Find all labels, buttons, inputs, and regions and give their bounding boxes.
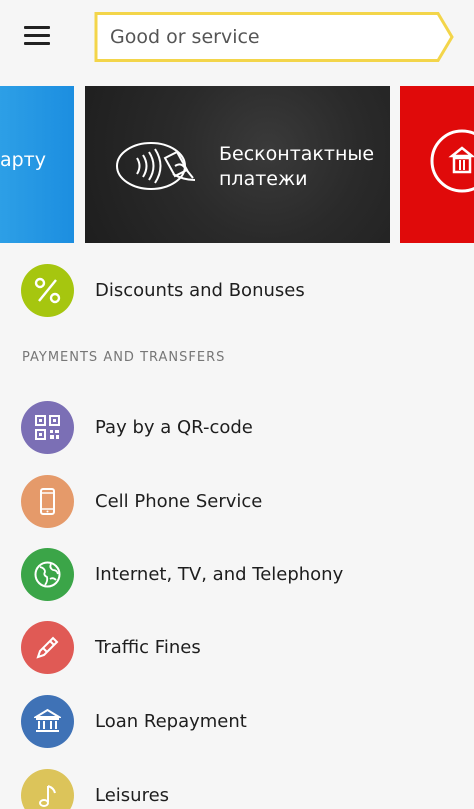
- qr-icon-circle: [21, 401, 74, 454]
- music-note-icon: [39, 785, 56, 807]
- bank-icon-circle: [21, 695, 74, 748]
- app-header: [0, 0, 474, 74]
- globe-icon-circle: [21, 548, 74, 601]
- list-item-label: Internet, TV, and Telephony: [95, 564, 344, 585]
- percent-icon: [34, 277, 61, 304]
- promo-banner-contactless[interactable]: Бесконтактные платежи: [85, 86, 390, 243]
- search-input[interactable]: [110, 12, 430, 62]
- promo-banner-title-line1: Бесконтактные: [219, 143, 375, 165]
- promo-carousel[interactable]: карту Бесконтактные платежи: [0, 86, 474, 243]
- list-item-traffic-fines[interactable]: Traffic Fines: [0, 611, 474, 685]
- promo-banner-text: карту: [0, 149, 46, 171]
- promo-banner-card[interactable]: карту: [0, 86, 74, 243]
- promo-banner-title-line2: платежи: [219, 168, 308, 190]
- mobile-phone-icon: [40, 488, 55, 515]
- list-item-label: Loan Repayment: [95, 711, 247, 732]
- pencil-icon-circle: [21, 621, 74, 674]
- search-field[interactable]: [94, 12, 456, 62]
- pencil-icon: [36, 636, 59, 659]
- bank-building-icon: [430, 129, 474, 193]
- phone-icon-circle: [21, 475, 74, 528]
- hamburger-menu-icon[interactable]: [24, 26, 50, 46]
- promo-banner-bank[interactable]: [400, 86, 474, 243]
- discounts-icon-circle: [21, 264, 74, 317]
- list-item-leisures[interactable]: Leisures: [0, 759, 474, 809]
- discounts-label: Discounts and Bonuses: [95, 280, 305, 301]
- qr-code-icon: [35, 415, 60, 440]
- list-item-loan[interactable]: Loan Repayment: [0, 685, 474, 759]
- discounts-bonuses-item[interactable]: Discounts and Bonuses: [0, 254, 474, 328]
- contactless-card-icon: [116, 142, 196, 190]
- globe-icon: [34, 561, 61, 588]
- list-item-label: Cell Phone Service: [95, 491, 263, 512]
- list-item-cell-phone[interactable]: Cell Phone Service: [0, 465, 474, 539]
- list-item-label: Traffic Fines: [95, 637, 201, 658]
- list-item-internet[interactable]: Internet, TV, and Telephony: [0, 538, 474, 612]
- section-title: PAYMENTS AND TRANSFERS: [22, 350, 226, 365]
- list-item-label: Leisures: [95, 785, 170, 806]
- bank-icon: [34, 708, 61, 732]
- list-item-label: Pay by a QR-code: [95, 417, 253, 438]
- music-icon-circle: [21, 769, 74, 809]
- list-item-qr[interactable]: Pay by a QR-code: [0, 391, 474, 465]
